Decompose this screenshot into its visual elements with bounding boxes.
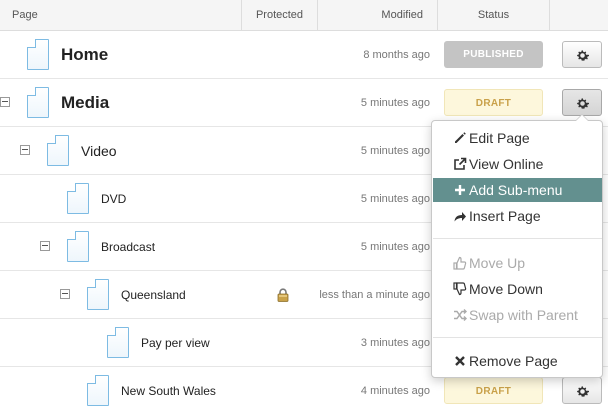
page-name[interactable]: Pay per view: [141, 319, 210, 367]
page-icon: [87, 375, 109, 406]
modified-time: 8 months ago: [363, 49, 430, 61]
thumb-up-icon: [453, 256, 467, 270]
menu-item-label: Move Down: [469, 281, 543, 297]
menu-divider: [433, 238, 602, 239]
page-icon: [27, 39, 49, 70]
column-header-page[interactable]: Page: [0, 0, 242, 31]
external-link-icon: [454, 157, 467, 170]
status-badge[interactable]: DRAFT: [444, 377, 543, 404]
page-icon: [47, 135, 69, 166]
menu-item-move-up[interactable]: Move Up: [433, 251, 602, 275]
page-name[interactable]: New South Wales: [121, 367, 216, 410]
gear-icon: [577, 386, 589, 397]
actions-button[interactable]: [562, 41, 602, 68]
menu-item-label: Insert Page: [469, 208, 541, 224]
page-icon: [67, 231, 89, 262]
modified-time: less than a minute ago: [319, 289, 430, 301]
page-icon: [107, 327, 129, 358]
menu-item-label: Move Up: [469, 255, 526, 271]
column-header-actions: [550, 0, 608, 31]
lock-icon: [277, 288, 289, 302]
menu-item-label: Swap with Parent: [469, 307, 578, 323]
column-header-modified[interactable]: Modified: [318, 0, 438, 31]
page-icon: [87, 279, 109, 310]
table-row[interactable]: Home 8 months ago PUBLISHED: [0, 31, 608, 79]
menu-divider: [433, 337, 602, 338]
plus-icon: [455, 185, 465, 195]
menu-item-label: Edit Page: [469, 130, 530, 146]
actions-button[interactable]: [562, 89, 602, 116]
page-name[interactable]: Broadcast: [101, 223, 155, 271]
actions-button[interactable]: [562, 377, 602, 404]
collapse-toggle[interactable]: [60, 289, 70, 299]
page-name[interactable]: Media: [61, 79, 109, 127]
modified-time: 5 minutes ago: [360, 193, 430, 205]
menu-item-label: View Online: [469, 156, 544, 172]
modified-time: 5 minutes ago: [360, 145, 430, 157]
page-icon: [27, 87, 49, 118]
menu-item-move-down[interactable]: Move Down: [433, 277, 602, 301]
page-name[interactable]: Queensland: [121, 271, 186, 319]
column-header-protected[interactable]: Protected: [242, 0, 318, 31]
thumb-down-icon: [453, 282, 467, 296]
menu-item-add-sub-menu[interactable]: Add Sub-menu: [433, 178, 602, 202]
menu-item-remove-page[interactable]: Remove Page: [433, 349, 602, 373]
share-arrow-icon: [454, 212, 466, 222]
menu-item-edit-page[interactable]: Edit Page: [433, 126, 602, 150]
menu-item-label: Add Sub-menu: [469, 182, 563, 198]
page-actions-menu: Edit Page View Online Add Sub-menu Inser…: [431, 114, 603, 378]
page-name[interactable]: Video: [81, 127, 117, 175]
page-name[interactable]: DVD: [101, 175, 126, 223]
remove-x-icon: [455, 356, 465, 366]
menu-item-swap-with-parent[interactable]: Swap with Parent: [433, 303, 602, 327]
menu-item-label: Remove Page: [469, 353, 558, 369]
gear-icon: [577, 50, 589, 61]
collapse-toggle[interactable]: [40, 241, 50, 251]
table-header: Page Protected Modified Status: [0, 0, 608, 31]
modified-time: 5 minutes ago: [360, 241, 430, 253]
shuffle-icon: [454, 309, 467, 321]
pencil-icon: [455, 132, 466, 143]
menu-item-view-online[interactable]: View Online: [433, 152, 602, 176]
column-header-status[interactable]: Status: [438, 0, 550, 31]
modified-time: 3 minutes ago: [360, 337, 430, 349]
status-badge[interactable]: PUBLISHED: [444, 41, 543, 68]
collapse-toggle[interactable]: [20, 145, 30, 155]
gear-icon: [577, 98, 589, 109]
page-icon: [67, 183, 89, 214]
modified-time: 4 minutes ago: [360, 385, 430, 397]
status-badge[interactable]: DRAFT: [444, 89, 543, 116]
collapse-toggle[interactable]: [0, 97, 10, 107]
menu-item-insert-page[interactable]: Insert Page: [433, 204, 602, 228]
page-name[interactable]: Home: [61, 31, 108, 79]
modified-time: 5 minutes ago: [360, 97, 430, 109]
